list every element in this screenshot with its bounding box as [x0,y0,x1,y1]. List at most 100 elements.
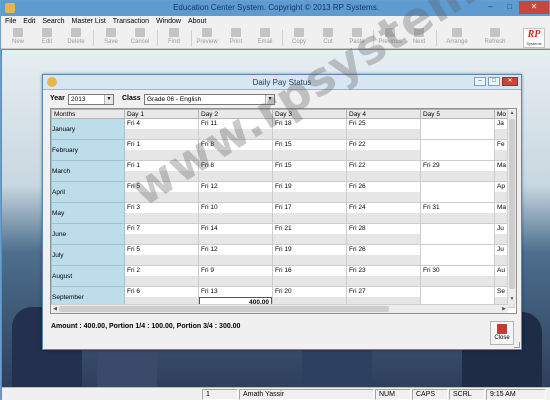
column-header[interactable]: Day 2 [198,109,273,119]
year-select[interactable]: 2013 ▼ [68,94,114,105]
day-cell[interactable]: Fri 1 [124,160,199,182]
column-header[interactable]: Day 3 [272,109,347,119]
cut-button[interactable]: Cut [315,28,341,48]
month-cell[interactable]: May [51,202,125,224]
find-button[interactable]: Find [161,28,187,48]
day-cell[interactable]: Fri 26 [346,181,421,203]
menu-edit[interactable]: Edit [23,16,35,27]
scroll-thumb[interactable] [59,306,389,312]
day-cell[interactable]: Fri 17 [272,202,347,224]
cancel-button[interactable]: Cancel [127,28,153,48]
scroll-right-icon[interactable]: ▶ [500,305,508,313]
menu-transaction[interactable]: Transaction [113,16,149,27]
menu-search[interactable]: Search [42,16,64,27]
day-cell[interactable]: Fri 7 [124,223,199,245]
day-cell[interactable]: Fri 31 [420,202,495,224]
email-button[interactable]: Email [252,28,278,48]
empty-day-cell[interactable] [420,118,495,140]
copy-button[interactable]: Copy [286,28,312,48]
day-cell[interactable]: Fri 19 [272,244,347,266]
day-cell[interactable]: Fri 14 [198,223,273,245]
day-cell[interactable]: Fri 22 [346,139,421,161]
day-cell[interactable]: Fri 8 [198,139,273,161]
day-cell[interactable]: Fri 3 [124,202,199,224]
menu-about[interactable]: About [188,16,206,27]
empty-day-cell[interactable] [420,244,495,266]
day-cell[interactable]: Fri 8 [198,160,273,182]
month-cell[interactable]: July [51,244,125,266]
previous-button[interactable]: Previous [377,28,403,48]
scroll-thumb[interactable] [509,119,515,289]
day-cell[interactable]: Fri 2 [124,265,199,287]
next-button[interactable]: Next [406,28,432,48]
delete-button[interactable]: Delete [63,28,89,48]
scroll-left-icon[interactable]: ◀ [51,305,59,313]
refresh-button[interactable]: Refresh [481,28,509,48]
print-button[interactable]: Print [223,28,249,48]
close-button[interactable]: Close [490,321,514,345]
menu-file[interactable]: File [5,16,16,27]
day-cell[interactable]: Fri 28 [346,223,421,245]
day-cell[interactable]: Fri 19 [272,181,347,203]
column-header[interactable]: Months [51,109,125,119]
day-cell[interactable]: Fri 5 [124,244,199,266]
dialog-minimize-button[interactable]: – [474,77,486,86]
dialog-close-button[interactable]: ✕ [502,77,518,86]
day-cell[interactable]: Fri 10 [198,202,273,224]
month-cell[interactable]: March [51,160,125,182]
day-cell[interactable]: Fri 30 [420,265,495,287]
save-button[interactable]: Save [98,28,124,48]
toolbar-separator [436,30,437,46]
column-header[interactable]: Day 5 [420,109,495,119]
day-cell[interactable]: Fri 29 [420,160,495,182]
day-cell[interactable]: Fri 5 [124,181,199,203]
payment-slot [125,234,198,244]
column-header[interactable]: Day 4 [346,109,421,119]
dialog-maximize-button[interactable]: □ [488,77,500,86]
payment-slot [273,234,346,244]
day-cell[interactable]: Fri 26 [346,244,421,266]
day-cell-stack: Fri 24 [347,203,420,223]
month-cell[interactable]: January [51,118,125,140]
month-cell[interactable]: February [51,139,125,161]
preview-button[interactable]: Preview [194,28,220,48]
day-cell[interactable]: Fri 18 [272,118,347,140]
day-cell[interactable]: Fri 15 [272,160,347,182]
new-button[interactable]: New [5,28,31,48]
day-cell[interactable]: Fri 11 [198,118,273,140]
day-cell[interactable]: Fri 24 [346,202,421,224]
empty-day-cell[interactable] [420,139,495,161]
day-cell[interactable]: Fri 21 [272,223,347,245]
day-cell[interactable]: Fri 9 [198,265,273,287]
scroll-up-icon[interactable]: ▲ [508,109,516,118]
maximize-button[interactable]: □ [500,1,519,14]
month-cell[interactable]: August [51,265,125,287]
column-header[interactable]: Day 1 [124,109,199,119]
day-cell[interactable]: Fri 4 [124,118,199,140]
close-window-button[interactable]: ✕ [519,1,549,14]
day-date: Fri 3 [125,203,198,213]
day-cell[interactable]: Fri 23 [346,265,421,287]
day-cell[interactable]: Fri 1 [124,139,199,161]
day-cell[interactable]: Fri 16 [272,265,347,287]
month-cell[interactable]: April [51,181,125,203]
menu-window[interactable]: Window [156,16,181,27]
empty-day-cell[interactable] [420,223,495,245]
resize-grip[interactable] [514,342,520,348]
day-cell[interactable]: Fri 12 [198,244,273,266]
minimize-button[interactable]: – [481,1,500,14]
month-cell[interactable]: June [51,223,125,245]
empty-day-cell[interactable] [420,181,495,203]
day-cell[interactable]: Fri 15 [272,139,347,161]
class-select[interactable]: Grade 06 - English ▼ [144,94,275,105]
scroll-down-icon[interactable]: ▼ [508,295,516,304]
horizontal-scrollbar[interactable]: ◀ ▶ [51,304,508,313]
vertical-scrollbar[interactable]: ▲ ▼ [507,109,516,304]
day-cell[interactable]: Fri 12 [198,181,273,203]
day-cell[interactable]: Fri 25 [346,118,421,140]
paste-button[interactable]: Paste [344,28,370,48]
arrange-button[interactable]: Arrange [441,28,473,48]
day-cell[interactable]: Fri 22 [346,160,421,182]
edit-button[interactable]: Edit [34,28,60,48]
menu-master-list[interactable]: Master List [72,16,106,27]
